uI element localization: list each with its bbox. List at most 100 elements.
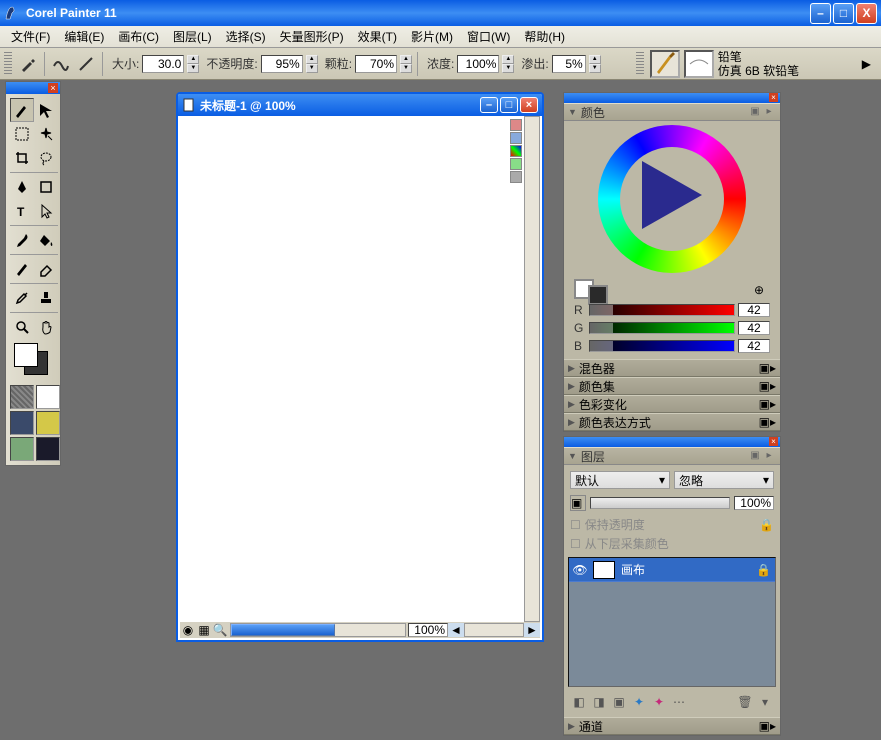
pointer-tool[interactable]: [34, 199, 58, 223]
layers-panel-header[interactable]: ▼ 图层 ▣ ▸: [564, 447, 780, 465]
layer-mask-button[interactable]: ◨: [590, 693, 608, 711]
brush-menu-arrow[interactable]: ▶: [862, 57, 871, 71]
layer-icon[interactable]: ▣: [570, 495, 586, 511]
horizontal-scrollbar[interactable]: [230, 623, 406, 637]
layer-commands-button[interactable]: ⋯: [670, 693, 688, 711]
new-layer-button[interactable]: ✦: [630, 693, 648, 711]
g-slider[interactable]: [589, 322, 735, 334]
r-input[interactable]: [738, 303, 770, 317]
panel-drag-bar[interactable]: ×: [564, 437, 780, 447]
delete-layer-button[interactable]: 🗑: [736, 693, 754, 711]
menu-item[interactable]: 画布(C): [111, 26, 166, 47]
pen-tool[interactable]: [10, 175, 34, 199]
marquee-tool[interactable]: [10, 122, 34, 146]
maximize-button[interactable]: □: [833, 3, 854, 24]
pick-underlying-color-check[interactable]: ☐从下层采集颜色: [570, 534, 774, 553]
nav-icon[interactable]: [510, 145, 522, 157]
menu-item[interactable]: 帮助(H): [517, 26, 572, 47]
menu-item[interactable]: 编辑(E): [57, 26, 111, 47]
visibility-icon[interactable]: 👁: [573, 563, 587, 577]
mixer-panel-header[interactable]: ▶混色器▣▸: [564, 359, 780, 377]
document-title-bar[interactable]: 未标题-1 @ 100% – □ ×: [178, 94, 542, 116]
menu-item[interactable]: 效果(T): [351, 26, 404, 47]
panel-iconize-button[interactable]: ▣: [748, 106, 762, 118]
eyedropper-tool[interactable]: [10, 286, 34, 310]
eraser-tool[interactable]: [34, 257, 58, 281]
opacity-spinner[interactable]: ▲▼: [306, 55, 318, 73]
lasso-tool[interactable]: [34, 146, 58, 170]
color-wheel[interactable]: [598, 125, 746, 273]
layer-opacity-input[interactable]: [734, 496, 774, 510]
grip[interactable]: [636, 52, 644, 76]
close-icon[interactable]: ×: [769, 93, 778, 102]
r-slider[interactable]: [589, 304, 735, 316]
menu-item[interactable]: 文件(F): [4, 26, 57, 47]
wand-tool[interactable]: [34, 122, 58, 146]
canvas[interactable]: [180, 116, 524, 622]
composite-select[interactable]: 忽略▾: [674, 471, 774, 489]
scroll-right-button[interactable]: ►: [524, 623, 540, 637]
bucket-tool[interactable]: [34, 228, 58, 252]
layer-group-button[interactable]: ▣: [610, 693, 628, 711]
panel-menu-button[interactable]: ▸: [762, 450, 776, 462]
clone-color-icon[interactable]: ⊕: [754, 283, 770, 299]
scroll-left-button[interactable]: ◄: [448, 623, 464, 637]
shape-tool[interactable]: [34, 175, 58, 199]
layer-fx-button[interactable]: ◧: [570, 693, 588, 711]
grain-input[interactable]: [355, 55, 397, 73]
nav-icon[interactable]: [510, 158, 522, 170]
menu-item[interactable]: 矢量图形(P): [273, 26, 351, 47]
nav-icon[interactable]: [510, 132, 522, 144]
straight-line-icon[interactable]: [75, 53, 97, 75]
nav-icon[interactable]: ◉: [180, 623, 196, 637]
size-spinner[interactable]: ▲▼: [187, 55, 199, 73]
channels-panel-header[interactable]: ▶通道▣▸: [564, 717, 780, 735]
brush-tool[interactable]: [10, 98, 34, 122]
g-input[interactable]: [738, 321, 770, 335]
zoom-input[interactable]: [408, 623, 448, 637]
brush-icon[interactable]: [17, 53, 39, 75]
color-panel-header[interactable]: ▼ 颜色 ▣ ▸: [564, 103, 780, 121]
menu-item[interactable]: 窗口(W): [460, 26, 517, 47]
bleed-spinner[interactable]: ▲▼: [589, 55, 601, 73]
colorvar-panel-header[interactable]: ▶色彩变化▣▸: [564, 395, 780, 413]
close-icon[interactable]: ×: [769, 437, 778, 446]
blend-mode-select[interactable]: 默认▾: [570, 471, 670, 489]
color-swatches[interactable]: [10, 343, 58, 377]
dropper-tool[interactable]: [10, 228, 34, 252]
doc-maximize-button[interactable]: □: [500, 97, 518, 113]
colorexp-panel-header[interactable]: ▶颜色表达方式▣▸: [564, 413, 780, 431]
resat-spinner[interactable]: ▲▼: [502, 55, 514, 73]
paper-swatch[interactable]: [10, 411, 34, 435]
paint-tool[interactable]: [10, 257, 34, 281]
minimize-button[interactable]: –: [810, 3, 831, 24]
b-slider[interactable]: [589, 340, 735, 352]
size-input[interactable]: [142, 55, 184, 73]
nav-icon[interactable]: [510, 119, 522, 131]
zoom-icon[interactable]: 🔍: [212, 623, 228, 637]
close-button[interactable]: X: [856, 3, 877, 24]
panel-iconize-button[interactable]: ▣: [748, 450, 762, 462]
brush-variant-preview[interactable]: [684, 50, 714, 78]
zoom-tool[interactable]: [10, 315, 34, 339]
doc-minimize-button[interactable]: –: [480, 97, 498, 113]
menu-item[interactable]: 图层(L): [166, 26, 219, 47]
primary-color-swatch[interactable]: [588, 285, 608, 305]
colorset-panel-header[interactable]: ▶颜色集▣▸: [564, 377, 780, 395]
resat-input[interactable]: [457, 55, 499, 73]
paper-swatch[interactable]: [10, 437, 34, 461]
freehand-icon[interactable]: [50, 53, 72, 75]
scroll-track[interactable]: [464, 623, 524, 637]
layer-menu-button[interactable]: ▾: [756, 693, 774, 711]
preserve-transparency-check[interactable]: ☐保持透明度🔒: [570, 515, 774, 534]
b-input[interactable]: [738, 339, 770, 353]
brush-category-preview[interactable]: [650, 50, 680, 78]
doc-close-button[interactable]: ×: [520, 97, 538, 113]
new-layer-button2[interactable]: ✦: [650, 693, 668, 711]
panel-menu-button[interactable]: ▸: [762, 106, 776, 118]
close-icon[interactable]: ×: [48, 83, 58, 93]
paper-swatch[interactable]: [36, 385, 60, 409]
grain-spinner[interactable]: ▲▼: [400, 55, 412, 73]
grip[interactable]: [4, 52, 12, 76]
layer-opacity-slider[interactable]: [590, 497, 730, 509]
